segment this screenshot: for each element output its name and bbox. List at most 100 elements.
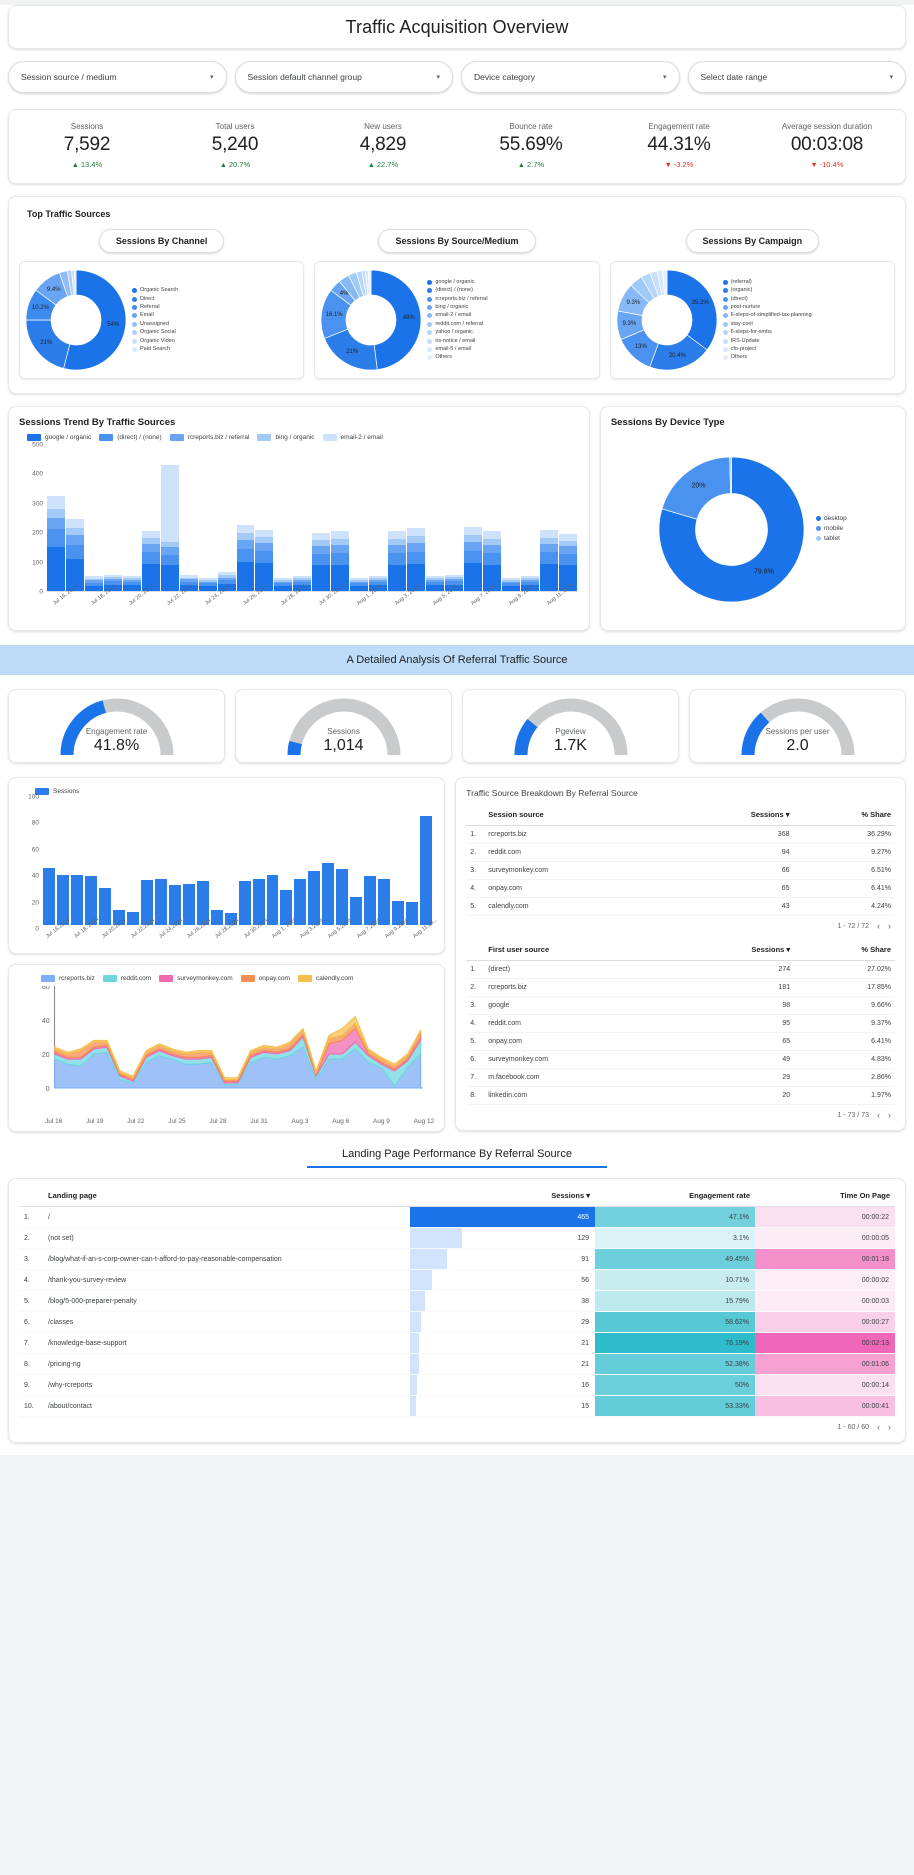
sort-caret-icon: ▾ [786, 945, 791, 954]
tab-sessions-by-source-medium[interactable]: Sessions By Source/Medium [378, 229, 536, 253]
prev-page-icon[interactable]: ‹ [877, 921, 880, 931]
row-index: 3. [466, 861, 485, 880]
row-index: 8. [19, 1353, 43, 1375]
arrow-down-icon: ▼ [664, 162, 672, 169]
col-share[interactable]: % Share [793, 804, 895, 826]
arrow-up-icon: ▲ [517, 162, 525, 169]
table-row[interactable]: 1. (direct) 274 27.02% [466, 960, 895, 979]
arrow-up-icon: ▲ [219, 162, 227, 169]
filter-device-category[interactable]: Device category ▾ [461, 61, 680, 93]
legend-label: IRS-Update [730, 337, 760, 344]
table-row[interactable]: 3. google 98 9.66% [466, 996, 895, 1015]
table-row[interactable]: 7. m.facebook.com 29 2.86% [466, 1068, 895, 1087]
next-page-icon[interactable]: › [888, 1110, 891, 1120]
table-row[interactable]: 2. (not set) 129 3.1% 00:00:05 [19, 1227, 895, 1249]
next-page-icon[interactable]: › [888, 1422, 891, 1432]
legend-label: reddit.com / referral [435, 320, 484, 327]
table-row[interactable]: 9./why-rcreports 16 50% 00:00:14 [19, 1374, 895, 1396]
tab-sessions-by-channel[interactable]: Sessions By Channel [98, 229, 225, 253]
table-row[interactable]: 4./thank-you-survey-review 56 10.71% 00:00:… [19, 1269, 895, 1291]
bar-segment [350, 585, 369, 591]
scorecard-delta: ▼ -3.2% [664, 160, 694, 169]
y-axis-tick: 80 [31, 819, 39, 827]
legend-swatch [102, 975, 117, 982]
table-row[interactable]: 5. calendly.com 43 4.24% [466, 897, 895, 916]
col-session-source[interactable]: Session source [484, 804, 668, 826]
row-index: 6. [466, 1050, 485, 1069]
table-row[interactable]: 2. reddit.com 94 9.27% [466, 843, 895, 862]
bar-segment [47, 546, 65, 591]
bar-column [294, 878, 307, 925]
bar-segment [312, 546, 331, 554]
legend-swatch [427, 288, 433, 294]
table-row[interactable]: 4. reddit.com 95 9.37% [466, 1014, 895, 1033]
scorecard-bounce-rate: Bounce rate 55.69% ▲ 2.7% [457, 122, 605, 169]
table-row[interactable]: 3. surveymonkey.com 66 6.51% [466, 861, 895, 880]
bar-column [266, 874, 279, 925]
col-share[interactable]: % Share [794, 939, 895, 961]
filter-session-default-channel-group[interactable]: Session default channel group ▾ [234, 61, 453, 93]
legend-label: calendly.com [315, 975, 354, 982]
table-row[interactable]: 3./blog/what-if-an-s-corp-owner-can-t-af… [19, 1248, 895, 1270]
legend-item: cfo-project [722, 346, 888, 353]
legend-item: google / organic [27, 434, 91, 441]
table-row[interactable]: 6./classes 29 58.62% 00:00:27 [19, 1311, 895, 1333]
top-traffic-sources-title: Top Traffic Sources [27, 209, 111, 219]
col-landing-page[interactable]: Landing page [43, 1185, 410, 1207]
next-page-icon[interactable]: › [888, 921, 891, 931]
bar-column [364, 876, 377, 925]
col-time-on-page[interactable]: Time On Page [755, 1185, 895, 1207]
col-sessions[interactable]: Sessions ▾ [668, 939, 795, 961]
tab-sessions-by-campaign[interactable]: Sessions By Campaign [685, 229, 820, 253]
row-share: 9.37% [794, 1014, 895, 1033]
table-row[interactable]: 5./blog/5-000-preparer-penalty 38 15.79% 00… [19, 1290, 895, 1312]
col-first-user-source[interactable]: First user source [484, 939, 669, 961]
donut-device: 79.6% 20% [658, 456, 805, 602]
bar-segment [236, 548, 255, 562]
x-axis-tick: Aug 9 [372, 1118, 390, 1125]
table-row[interactable]: 8. linkedin.com 20 1.97% [466, 1086, 895, 1105]
row-time-on-page: 00:00:27 [755, 1311, 895, 1333]
table-row[interactable]: 5. onpay.com 65 6.41% [466, 1032, 895, 1051]
row-sessions: 15 [410, 1395, 595, 1417]
bar-column [463, 527, 482, 591]
filter-session-source-medium[interactable]: Session source / medium ▾ [8, 61, 227, 93]
legend-item: rcreports.biz / referral [427, 296, 592, 303]
y-axis-tick: 20 [31, 899, 39, 907]
table-row[interactable]: 6. surveymonkey.com 49 4.83% [466, 1050, 895, 1069]
filter-bar: Session source / medium ▾ Session defaul… [0, 49, 914, 99]
table-row[interactable]: 8./pricing-ng 21 52.38% 00:01:06 [19, 1353, 895, 1375]
row-landing-page: / [43, 1206, 410, 1228]
x-axis-tick: Jul 16 [45, 1118, 63, 1125]
row-sessions: 56 [410, 1269, 595, 1291]
row-share: 36.29% [793, 825, 895, 844]
table-row[interactable]: 7./knowledge-base-support 21 76.19% 00:02:1… [19, 1332, 895, 1354]
col-sessions[interactable]: Sessions ▾ [410, 1185, 595, 1207]
bar-segment [539, 563, 558, 591]
bar-segment [141, 530, 160, 539]
filter-date-range[interactable]: Select date range ▾ [687, 61, 906, 93]
sessions-trend-chart: 0 100 200 300 400 500 Jul 16, 2024 Jul 18, 202… [21, 442, 579, 610]
table-row[interactable]: 10./about/contact 15 53.33% 00:00:41 [19, 1395, 895, 1417]
row-sessions: 43 [667, 897, 794, 916]
bar-segment [312, 565, 331, 591]
table-row[interactable]: 1. rcreports.biz 368 36.29% [466, 825, 895, 844]
col-sessions[interactable]: Sessions ▾ [667, 804, 794, 826]
row-index: 7. [19, 1332, 43, 1354]
prev-page-icon[interactable]: ‹ [877, 1422, 880, 1432]
table-row[interactable]: 1./465 47.1% 00:00:22 [19, 1206, 895, 1228]
row-time-on-page: 00:02:13 [755, 1332, 895, 1354]
row-index: 6. [19, 1311, 43, 1333]
table-row[interactable]: 4. onpay.com 65 6.41% [466, 879, 895, 898]
prev-page-icon[interactable]: ‹ [877, 1110, 880, 1120]
table-row[interactable]: 2. rcreports.biz 181 17.85% [466, 978, 895, 997]
row-landing-page: /blog/5-000-preparer-penalty [43, 1290, 410, 1312]
col-engagement-rate[interactable]: Engagement rate [595, 1185, 755, 1207]
landing-page-table: Landing page Sessions ▾ Engagement rate … [19, 1185, 895, 1417]
bar-segment [236, 525, 255, 534]
sort-caret-icon: ▾ [785, 810, 790, 819]
table-header-row: Landing page Sessions ▾ Engagement rate … [19, 1185, 895, 1207]
legend-item: Organic Video [132, 338, 297, 345]
legend-swatch [722, 296, 728, 302]
gauge-label: Sessions [327, 727, 360, 736]
